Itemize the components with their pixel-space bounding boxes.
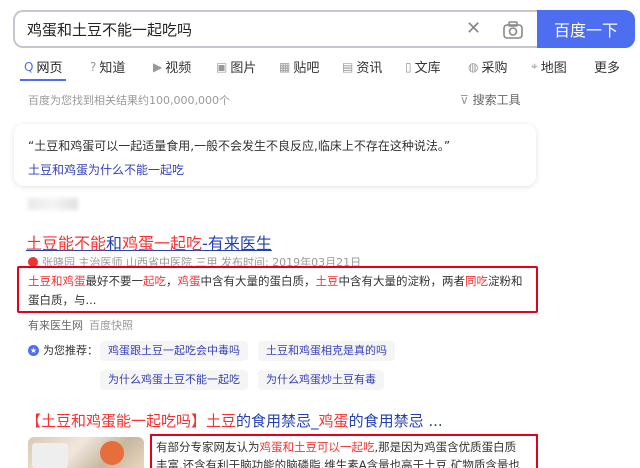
blurred-text [28, 198, 78, 210]
recommend-chip[interactable]: 为什么鸡蛋炒土豆有毒 [258, 370, 384, 390]
tab-zhidao[interactable]: ? 知道 [90, 57, 125, 77]
search-button[interactable]: 百度一下 [537, 10, 635, 48]
news-icon: ▤ [342, 59, 354, 74]
post-icon: ▦ [279, 59, 291, 74]
image-icon: ▣ [216, 59, 228, 74]
fruit-image [100, 441, 124, 465]
filter-icon: ⊽ [460, 93, 473, 107]
active-tab-indicator [20, 79, 66, 81]
result-thumbnail[interactable] [28, 437, 144, 468]
video-icon: ▶ [153, 59, 163, 74]
result-snippet: 有部分专家网友认为鸡蛋和土豆可以一起吃,那是因为鸡蛋含优质蛋白质 丰富,还含有利于… [150, 434, 538, 468]
result-title[interactable]: 【土豆和鸡蛋能一起吃吗】土豆的食用禁忌_鸡蛋的食用禁忌 ... [26, 410, 443, 431]
tab-news[interactable]: ▤ 资讯 [342, 57, 382, 77]
camera-icon[interactable] [502, 20, 524, 40]
map-icon: ⌖ [531, 59, 538, 73]
result-count: 百度为您找到相关结果约100,000,000个 [28, 94, 230, 107]
doc-icon: ▯ [405, 59, 412, 74]
close-icon[interactable]: ✕ [466, 19, 481, 39]
calendar-image [32, 443, 68, 468]
tab-tieba[interactable]: ▦ 贴吧 [279, 57, 319, 77]
search-icon: Q [24, 59, 34, 74]
search-tabs: Q 网页 ? 知道 ▶ 视频 ▣ 图片 ▦ 贴吧 ▤ 资讯 ▯ 文库 ◍ 采购 ⌖ 地图 更多 [24, 57, 624, 79]
search-input[interactable] [27, 20, 447, 38]
recommend-chip[interactable]: 为什么鸡蛋土豆不能一起吃 [100, 370, 248, 390]
snapshot-link[interactable]: 百度快照 [89, 319, 133, 332]
source-link[interactable]: 有来医生网 [28, 319, 83, 332]
result-snippet: 土豆和鸡蛋最好不要一起吃，鸡蛋中含有大量的蛋白质，土豆中含有大量的淀粉，两者同吃… [17, 266, 538, 313]
shop-icon: ◍ [468, 59, 479, 74]
tab-wenku[interactable]: ▯ 文库 [405, 57, 441, 77]
tab-map[interactable]: ⌖ 地图 [531, 57, 567, 76]
search-box[interactable]: ✕ [13, 10, 537, 48]
question-icon: ? [90, 59, 97, 74]
tab-video[interactable]: ▶ 视频 [153, 57, 191, 77]
answer-link[interactable]: 土豆和鸡蛋为什么不能一起吃 [28, 161, 184, 178]
recommend-chip[interactable]: 土豆和鸡蛋相克是真的吗 [258, 341, 395, 361]
recommend-label: ★ 为您推荐： [28, 344, 98, 357]
result-title[interactable]: 土豆能不能和鸡蛋一起吃-有来医生 [26, 230, 272, 254]
answer-card: “土豆和鸡蛋可以一起适量食用,一般不会发生不良反应,临床上不存在这种说法。” 土… [14, 124, 536, 186]
tab-purchase[interactable]: ◍ 采购 [468, 57, 508, 77]
search-tools[interactable]: ⊽ 搜索工具 [460, 91, 521, 108]
tab-image[interactable]: ▣ 图片 [216, 57, 256, 77]
answer-text: “土豆和鸡蛋可以一起适量食用,一般不会发生不良反应,临床上不存在这种说法。” [28, 139, 451, 153]
result-source: 有来医生网 百度快照 [28, 317, 133, 333]
tab-more[interactable]: 更多 [594, 57, 620, 76]
recommend-icon: ★ [28, 344, 39, 356]
recommend-chip[interactable]: 鸡蛋跟土豆一起吃会中毒吗 [100, 341, 248, 361]
tab-web[interactable]: Q 网页 [24, 57, 62, 77]
